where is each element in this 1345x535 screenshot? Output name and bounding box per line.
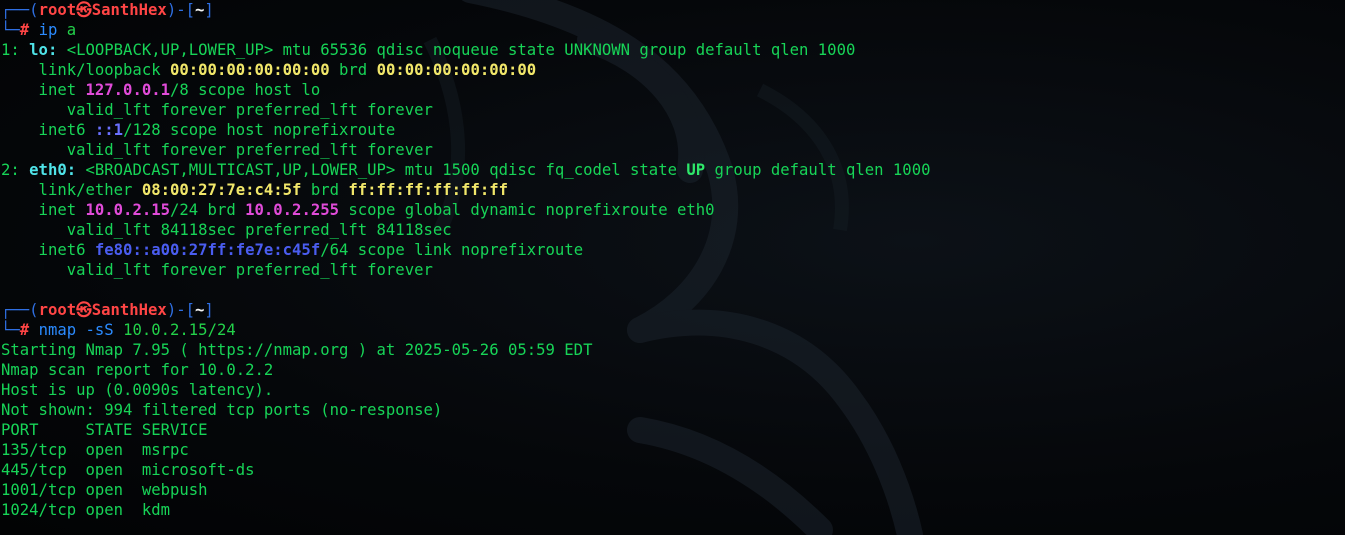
- terminal-line: 1024/tcp open kdm: [0, 500, 1345, 520]
- terminal-segment: <BROADCAST,MULTICAST,UP,LOWER_UP> mtu 15…: [76, 161, 687, 179]
- terminal-segment: valid_lft forever preferred_lft forever: [1, 101, 433, 119]
- terminal-segment: 2:: [1, 161, 30, 179]
- terminal-segment: Host is up (0.0090s latency).: [1, 381, 274, 399]
- terminal-line: inet6 ::1/128 scope host noprefixroute: [0, 120, 1345, 140]
- terminal-segment: fe80::a00:27ff:fe7e:c45f: [94, 241, 321, 259]
- terminal-segment: ┌──(: [1, 301, 39, 319]
- terminal-segment: brd: [301, 181, 349, 199]
- terminal-segment: lo:: [29, 41, 58, 59]
- terminal-segment: 00:00:00:00:00:00: [376, 61, 537, 79]
- terminal-segment: [29, 321, 38, 339]
- terminal-segment: /64 scope link noprefixroute: [320, 241, 584, 259]
- terminal-line: Not shown: 994 filtered tcp ports (no-re…: [0, 400, 1345, 420]
- terminal-segment: 10.0.2.15: [85, 201, 171, 219]
- terminal-segment: ]: [204, 1, 214, 19]
- terminal-segment: #: [19, 21, 30, 39]
- terminal-line: 1: lo: <LOOPBACK,UP,LOWER_UP> mtu 65536 …: [0, 40, 1345, 60]
- terminal-line: PORT STATE SERVICE: [0, 420, 1345, 440]
- terminal-segment: [29, 21, 38, 39]
- terminal-line: valid_lft forever preferred_lft forever: [0, 260, 1345, 280]
- terminal-segment: eth0:: [29, 161, 77, 179]
- terminal-segment: ~: [195, 301, 205, 319]
- terminal-segment: 08:00:27:7e:c4:5f: [141, 181, 302, 199]
- terminal-segment: 127.0.0.1: [85, 81, 171, 99]
- terminal-segment: Not shown: 994 filtered tcp ports (no-re…: [1, 401, 443, 419]
- terminal-segment: Starting Nmap 7.95 ( https://nmap.org ) …: [1, 341, 593, 359]
- terminal-segment: valid_lft forever preferred_lft forever: [1, 261, 433, 279]
- terminal-segment: valid_lft forever preferred_lft forever: [1, 141, 433, 159]
- terminal-segment: a: [57, 21, 77, 39]
- terminal-segment: inet: [1, 201, 86, 219]
- terminal-line: valid_lft 84118sec preferred_lft 84118se…: [0, 220, 1345, 240]
- terminal-line: valid_lft forever preferred_lft forever: [0, 140, 1345, 160]
- terminal-line: 135/tcp open msrpc: [0, 440, 1345, 460]
- terminal-segment: 1024/tcp open kdm: [1, 501, 170, 519]
- terminal-segment: root㉿SanthHex: [38, 301, 167, 319]
- terminal-line: ┌──(root㉿SanthHex)-[~]: [0, 0, 1345, 20]
- terminal-segment: -sS: [76, 321, 114, 339]
- terminal-segment: link/ether: [1, 181, 142, 199]
- terminal-segment: 1:: [1, 41, 30, 59]
- terminal-line: Host is up (0.0090s latency).: [0, 380, 1345, 400]
- terminal-line: ┌──(root㉿SanthHex)-[~]: [0, 300, 1345, 320]
- terminal-segment: root㉿SanthHex: [38, 1, 167, 19]
- terminal-line: └─# ip a: [0, 20, 1345, 40]
- terminal-segment: inet: [1, 81, 86, 99]
- terminal-segment: └─: [1, 21, 20, 39]
- terminal-line: 1001/tcp open webpush: [0, 480, 1345, 500]
- terminal-segment: /128 scope host noprefixroute: [123, 121, 396, 139]
- terminal-segment: 00:00:00:00:00:00: [170, 61, 330, 79]
- terminal-line: inet 10.0.2.15/24 brd 10.0.2.255 scope g…: [0, 200, 1345, 220]
- terminal-segment: Nmap scan report for 10.0.2.2: [1, 361, 274, 379]
- terminal-segment: 445/tcp open microsoft-ds: [1, 461, 255, 479]
- terminal-line: link/loopback 00:00:00:00:00:00 brd 00:0…: [0, 60, 1345, 80]
- terminal-line: Starting Nmap 7.95 ( https://nmap.org ) …: [0, 340, 1345, 360]
- terminal-line: inet6 fe80::a00:27ff:fe7e:c45f/64 scope …: [0, 240, 1345, 260]
- terminal-line: 445/tcp open microsoft-ds: [0, 460, 1345, 480]
- terminal-segment: inet6: [1, 121, 95, 139]
- terminal-line: valid_lft forever preferred_lft forever: [0, 100, 1345, 120]
- terminal-line: └─# nmap -sS 10.0.2.15/24: [0, 320, 1345, 340]
- terminal-segment: valid_lft 84118sec preferred_lft 84118se…: [1, 221, 452, 239]
- terminal-segment: UP: [686, 161, 706, 179]
- terminal-segment: ~: [195, 1, 205, 19]
- terminal-segment: ]: [204, 301, 214, 319]
- terminal-segment: link/loopback: [1, 61, 170, 79]
- terminal-segment: nmap: [38, 321, 77, 339]
- terminal-segment: ┌──(: [1, 1, 39, 19]
- terminal-segment: #: [19, 321, 30, 339]
- terminal-segment: 135/tcp open msrpc: [1, 441, 189, 459]
- terminal-segment: PORT STATE SERVICE: [1, 421, 208, 439]
- terminal-segment: ::1: [94, 121, 124, 139]
- terminal-segment: <LOOPBACK,UP,LOWER_UP> mtu 65536 qdisc n…: [57, 41, 856, 59]
- terminal-segment: scope global dynamic noprefixroute eth0: [339, 201, 715, 219]
- terminal-output[interactable]: ┌──(root㉿SanthHex)-[~] └─# ip a 1: lo: <LO…: [0, 0, 1345, 535]
- terminal-segment: 10.0.2.15/24: [113, 321, 236, 339]
- terminal-line: Nmap scan report for 10.0.2.2: [0, 360, 1345, 380]
- terminal-line: inet 127.0.0.1/8 scope host lo: [0, 80, 1345, 100]
- terminal-segment: /8 scope host lo: [170, 81, 321, 99]
- terminal-line: 2: eth0: <BROADCAST,MULTICAST,UP,LOWER_U…: [0, 160, 1345, 180]
- terminal-segment: ip: [38, 21, 58, 39]
- terminal-segment: 1001/tcp open webpush: [1, 481, 208, 499]
- terminal-segment: )-[: [166, 301, 195, 319]
- terminal-segment: brd: [329, 61, 377, 79]
- terminal-segment: inet6: [1, 241, 95, 259]
- terminal-segment: )-[: [166, 1, 195, 19]
- terminal-line: link/ether 08:00:27:7e:c4:5f brd ff:ff:f…: [0, 180, 1345, 200]
- terminal-segment: 10.0.2.255: [245, 201, 339, 219]
- terminal-segment: ff:ff:ff:ff:ff:ff: [348, 181, 508, 199]
- terminal-segment: group default qlen 1000: [705, 161, 931, 179]
- terminal-segment: └─: [1, 321, 20, 339]
- terminal-segment: /24 brd: [170, 201, 246, 219]
